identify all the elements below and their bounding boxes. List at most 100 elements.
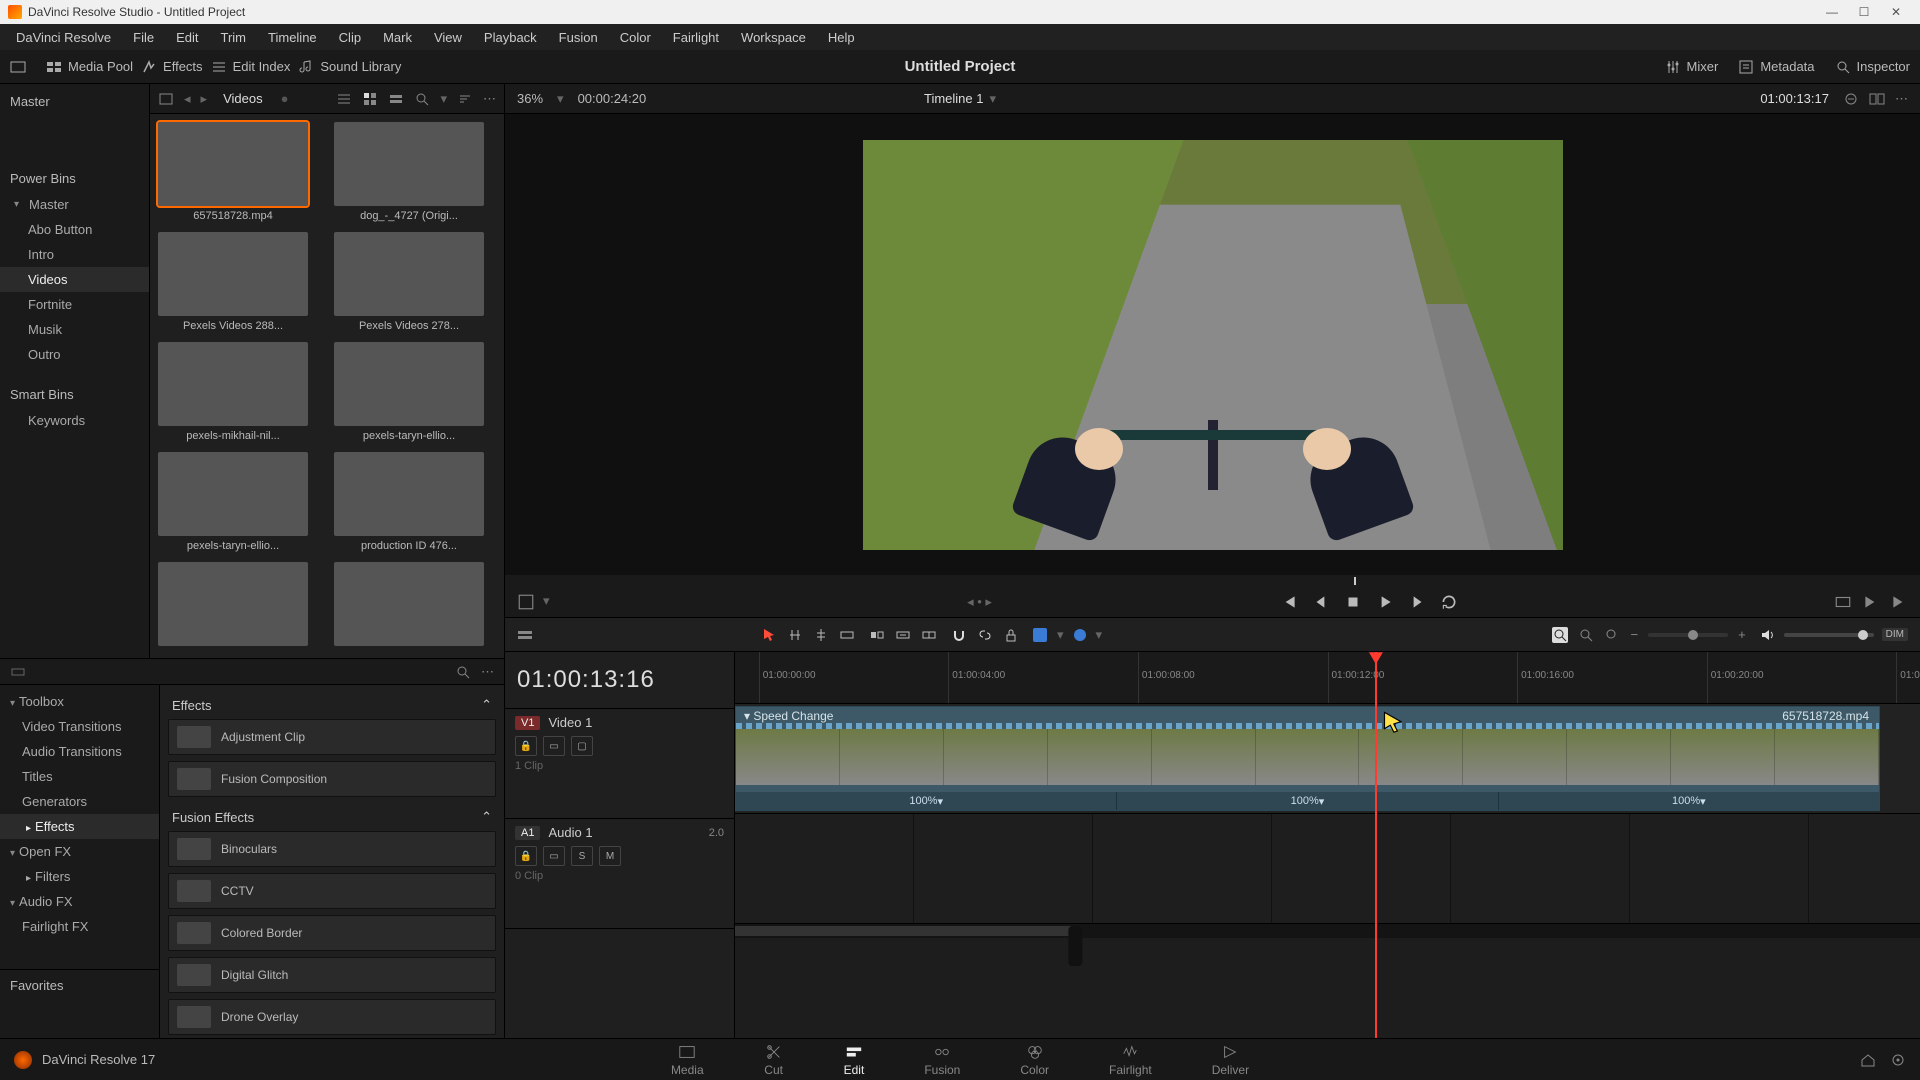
- media-thumb[interactable]: production ID 476...: [334, 452, 484, 552]
- page-fairlight[interactable]: Fairlight: [1109, 1043, 1152, 1077]
- panel-handle-icon[interactable]: [10, 664, 26, 680]
- timeline-body[interactable]: 01:00:00:0001:00:04:0001:00:08:0001:00:1…: [735, 652, 1920, 1038]
- enable-toggle[interactable]: ▢: [571, 736, 593, 756]
- menu-view[interactable]: View: [424, 27, 472, 48]
- viewer-zoom[interactable]: 36%: [517, 91, 543, 106]
- media-thumb[interactable]: Pexels Videos 278...: [334, 232, 484, 332]
- favorites-header[interactable]: Favorites: [0, 969, 159, 1001]
- menu-fusion[interactable]: Fusion: [549, 27, 608, 48]
- menu-help[interactable]: Help: [818, 27, 865, 48]
- power-master[interactable]: Master: [0, 192, 149, 217]
- media-thumb[interactable]: [334, 562, 484, 650]
- page-cut[interactable]: Cut: [764, 1043, 784, 1077]
- lock-toggle[interactable]: 🔒: [515, 736, 537, 756]
- timeline-ruler[interactable]: 01:00:00:0001:00:04:0001:00:08:0001:00:1…: [735, 652, 1920, 704]
- media-thumb[interactable]: pexels-mikhail-nil...: [158, 342, 308, 442]
- bin-videos[interactable]: Videos: [0, 267, 149, 292]
- openfx-node[interactable]: Open FX: [0, 839, 159, 864]
- fxtree-titles[interactable]: Titles: [0, 764, 159, 789]
- stop-icon[interactable]: [1344, 593, 1362, 611]
- a1-header[interactable]: A1Audio 12.0 🔒 ▭ S M 0 Clip: [505, 819, 734, 929]
- menu-davinci-resolve[interactable]: DaVinci Resolve: [6, 27, 121, 48]
- media-pool-toggle[interactable]: Media Pool: [46, 59, 133, 75]
- collapse-icon[interactable]: ⌃: [481, 809, 492, 825]
- minimize-button[interactable]: —: [1816, 5, 1848, 19]
- power-bins-header[interactable]: Power Bins: [0, 165, 149, 192]
- viewer-scrubber[interactable]: [505, 575, 1920, 587]
- mute-toggle[interactable]: M: [599, 846, 621, 866]
- a1-track[interactable]: [735, 814, 1920, 924]
- maximize-button[interactable]: ☐: [1848, 5, 1880, 19]
- page-color[interactable]: Color: [1020, 1043, 1049, 1077]
- dim-button[interactable]: DIM: [1882, 628, 1908, 641]
- effect-cctv[interactable]: CCTV: [168, 873, 496, 909]
- master-bin[interactable]: Master: [0, 88, 149, 115]
- page-fusion[interactable]: Fusion: [924, 1043, 960, 1077]
- match-frame-icon[interactable]: [1834, 593, 1852, 611]
- fxtree-audio-transitions[interactable]: Audio Transitions: [0, 739, 159, 764]
- selection-tool-icon[interactable]: [761, 627, 777, 643]
- effect-digital-glitch[interactable]: Digital Glitch: [168, 957, 496, 993]
- custom-zoom-icon[interactable]: [1604, 627, 1620, 643]
- replace-icon[interactable]: [895, 627, 911, 643]
- zoom-out-button[interactable]: −: [1630, 627, 1638, 642]
- bypass-icon[interactable]: [1843, 91, 1859, 107]
- menu-clip[interactable]: Clip: [329, 27, 371, 48]
- menu-edit[interactable]: Edit: [166, 27, 208, 48]
- detail-zoom-icon[interactable]: [1578, 627, 1594, 643]
- page-media[interactable]: Media: [671, 1043, 704, 1077]
- fusion-effects-header[interactable]: Fusion Effects: [172, 810, 254, 825]
- next-frame-icon[interactable]: [1408, 593, 1426, 611]
- viewer-canvas[interactable]: [505, 114, 1920, 575]
- expand-button[interactable]: [10, 59, 26, 75]
- filters-node[interactable]: ▸Filters: [0, 864, 159, 889]
- marker-icon[interactable]: [1074, 629, 1086, 641]
- overwrite-icon[interactable]: [869, 627, 885, 643]
- thumb-view-icon[interactable]: [362, 91, 378, 107]
- smart-bins-header[interactable]: Smart Bins: [0, 381, 149, 408]
- blade-tool-icon[interactable]: [813, 627, 829, 643]
- zoom-in-button[interactable]: +: [1738, 627, 1746, 642]
- solo-toggle[interactable]: S: [571, 846, 593, 866]
- bin-fortnite[interactable]: Fortnite: [0, 292, 149, 317]
- media-thumb[interactable]: 657518728.mp4: [158, 122, 308, 222]
- bin-intro[interactable]: Intro: [0, 242, 149, 267]
- go-out-icon[interactable]: [1890, 593, 1908, 611]
- metadata-toggle[interactable]: Metadata: [1738, 59, 1814, 75]
- effects-toggle[interactable]: Effects: [141, 59, 203, 75]
- go-start-icon[interactable]: [1280, 593, 1298, 611]
- sort-icon[interactable]: [457, 91, 473, 107]
- prev-frame-icon[interactable]: [1312, 593, 1330, 611]
- menu-mark[interactable]: Mark: [373, 27, 422, 48]
- timeline-hscroll[interactable]: [735, 924, 1920, 938]
- timeline-name[interactable]: Timeline 1: [924, 91, 983, 106]
- play-icon[interactable]: [1376, 593, 1394, 611]
- video-clip[interactable]: ▾ Speed Change 657518728.mp4 100% ▾ 100%…: [735, 706, 1880, 811]
- close-button[interactable]: ✕: [1880, 5, 1912, 19]
- v1-header[interactable]: V1Video 1 🔒 ▭ ▢ 1 Clip: [505, 709, 734, 819]
- breadcrumb[interactable]: Videos: [223, 91, 263, 106]
- snap-icon[interactable]: [951, 627, 967, 643]
- menu-fairlight[interactable]: Fairlight: [663, 27, 729, 48]
- home-icon[interactable]: [1860, 1052, 1876, 1068]
- fxtree-video-transitions[interactable]: Video Transitions: [0, 714, 159, 739]
- menu-workspace[interactable]: Workspace: [731, 27, 816, 48]
- bin-outro[interactable]: Outro: [0, 342, 149, 367]
- effect-drone-overlay[interactable]: Drone Overlay: [168, 999, 496, 1035]
- effects-section-header[interactable]: Effects: [172, 698, 212, 713]
- sound-library-toggle[interactable]: Sound Library: [298, 59, 401, 75]
- page-edit[interactable]: Edit: [844, 1043, 865, 1077]
- list-view-icon[interactable]: [336, 91, 352, 107]
- menu-file[interactable]: File: [123, 27, 164, 48]
- dual-view-icon[interactable]: [1869, 91, 1885, 107]
- toolbox-node[interactable]: Toolbox: [0, 689, 159, 714]
- media-thumb[interactable]: pexels-taryn-ellio...: [158, 452, 308, 552]
- effect-colored-border[interactable]: Colored Border: [168, 915, 496, 951]
- media-thumb[interactable]: [158, 562, 308, 650]
- strip-view-icon[interactable]: [388, 91, 404, 107]
- media-thumb[interactable]: dog_-_4727 (Origi...: [334, 122, 484, 222]
- trim-tool-icon[interactable]: [787, 627, 803, 643]
- volume-slider[interactable]: [1784, 633, 1874, 637]
- search-icon[interactable]: [455, 664, 471, 680]
- insert-icon[interactable]: [839, 627, 855, 643]
